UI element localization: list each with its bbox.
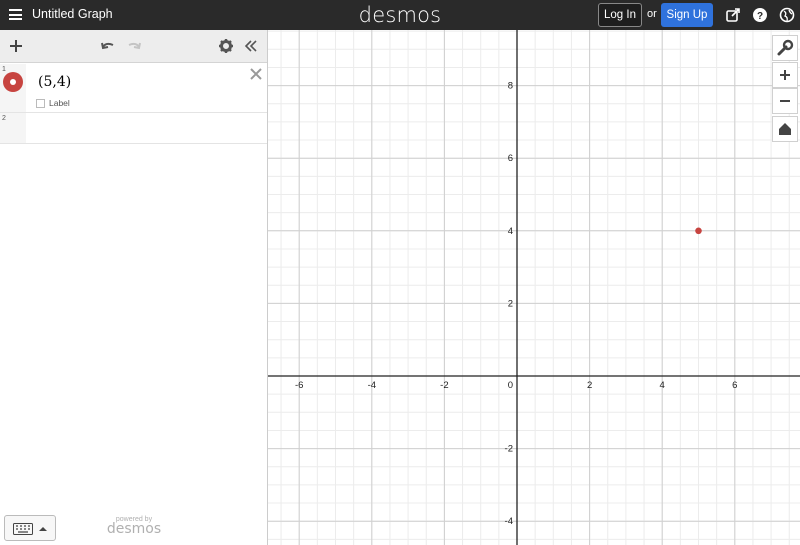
y-tick-label: 2 bbox=[508, 298, 513, 309]
graph-settings-button[interactable] bbox=[772, 35, 798, 61]
add-icon[interactable] bbox=[8, 38, 24, 54]
or-text: or bbox=[647, 8, 657, 20]
y-tick-label: 8 bbox=[508, 81, 513, 92]
zoom-in-icon bbox=[780, 70, 790, 80]
x-tick-label: -6 bbox=[295, 380, 303, 391]
top-header: Untitled Graph desmos Log In or Sign Up … bbox=[0, 0, 800, 30]
default-viewport-button[interactable] bbox=[772, 116, 798, 142]
powered-by-desmos: powered by desmos bbox=[104, 516, 164, 536]
y-tick-label: -4 bbox=[505, 516, 513, 527]
keyboard-toggle-button[interactable] bbox=[4, 515, 56, 541]
x-tick-label: 2 bbox=[587, 380, 592, 391]
signup-button[interactable]: Sign Up bbox=[661, 3, 713, 27]
caret-up-icon bbox=[39, 527, 47, 531]
zoom-out-button[interactable] bbox=[772, 88, 798, 114]
login-button[interactable]: Log In bbox=[598, 3, 642, 27]
x-tick-label: 6 bbox=[732, 380, 737, 391]
settings-icon[interactable] bbox=[218, 38, 234, 54]
wrench-icon bbox=[777, 39, 794, 56]
expression-row[interactable]: 2 bbox=[0, 113, 267, 144]
expression-row[interactable]: 1 (5,4) Label bbox=[0, 64, 267, 113]
y-tick-label: 4 bbox=[508, 226, 513, 237]
zoom-in-button[interactable] bbox=[772, 62, 798, 88]
expression-input[interactable]: (5,4) bbox=[38, 74, 71, 90]
undo-icon[interactable] bbox=[100, 38, 116, 54]
graph-canvas[interactable]: -6 -4 -2 0 2 4 6 8 6 4 2 -2 -4 bbox=[268, 30, 800, 545]
graph-paper[interactable]: -6 -4 -2 0 2 4 6 8 6 4 2 -2 -4 bbox=[268, 30, 800, 545]
redo-icon[interactable] bbox=[126, 38, 142, 54]
y-tick-label: 6 bbox=[508, 153, 513, 164]
x-tick-label: -4 bbox=[368, 380, 376, 391]
graph-title[interactable]: Untitled Graph bbox=[32, 7, 113, 21]
plotted-point[interactable] bbox=[695, 227, 702, 235]
expression-number: 2 bbox=[2, 115, 6, 122]
zoom-out-icon bbox=[780, 100, 790, 102]
expression-panel: 1 (5,4) Label 2 powered by desmos bbox=[0, 30, 268, 545]
home-icon bbox=[779, 123, 791, 135]
x-tick-label: 4 bbox=[660, 380, 665, 391]
close-icon[interactable] bbox=[249, 67, 263, 81]
language-icon[interactable] bbox=[779, 7, 795, 23]
x-tick-label: -2 bbox=[440, 380, 448, 391]
point-color-icon[interactable] bbox=[3, 72, 23, 92]
menu-icon[interactable] bbox=[9, 9, 22, 20]
share-icon[interactable] bbox=[725, 7, 741, 23]
svg-text:?: ? bbox=[757, 11, 763, 22]
x-tick-label: 0 bbox=[508, 380, 513, 391]
keyboard-icon bbox=[13, 523, 33, 535]
y-tick-label: -2 bbox=[505, 444, 513, 455]
collapse-icon[interactable] bbox=[243, 38, 259, 54]
help-icon[interactable]: ? bbox=[752, 7, 768, 23]
expression-number: 1 bbox=[2, 66, 6, 73]
expression-toolbar bbox=[0, 30, 267, 63]
label-checkbox-label: Label bbox=[49, 98, 70, 108]
label-checkbox[interactable] bbox=[36, 99, 45, 108]
powered-by-brand: desmos bbox=[106, 521, 162, 537]
